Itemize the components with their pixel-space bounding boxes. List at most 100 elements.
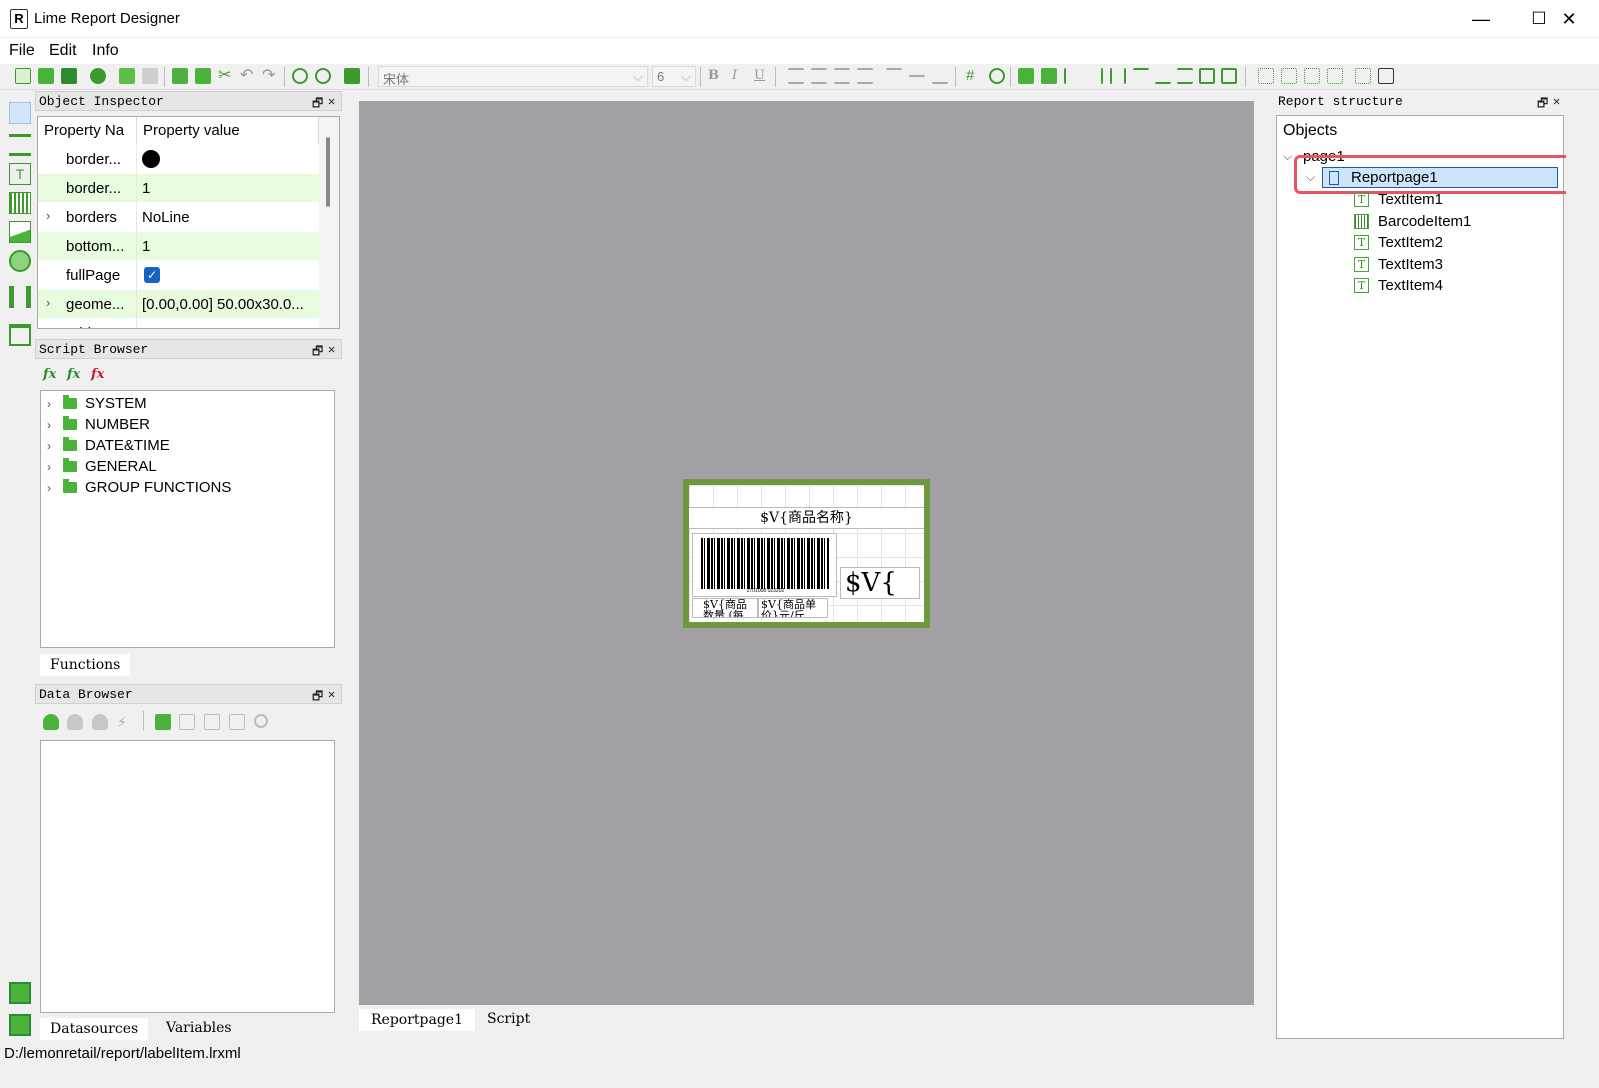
close-button[interactable]: ✕: [1540, 0, 1598, 38]
text-item-big[interactable]: $V{: [840, 567, 920, 599]
send-back-icon[interactable]: [1041, 68, 1057, 84]
paste-icon[interactable]: [195, 68, 211, 84]
chevron-right-icon[interactable]: ›: [46, 208, 50, 223]
tab-datasources[interactable]: Datasources: [40, 1018, 149, 1040]
shape-item-icon[interactable]: [9, 250, 31, 272]
scrollbar-thumb[interactable]: [326, 137, 330, 207]
delete-function-icon[interactable]: fx: [91, 367, 104, 382]
print-icon[interactable]: [344, 68, 360, 84]
align-objects-right-icon[interactable]: [1087, 68, 1103, 84]
open-folder-icon[interactable]: [38, 68, 54, 84]
view-variable-icon[interactable]: [179, 714, 195, 730]
save-icon[interactable]: [61, 68, 77, 84]
font-size-select[interactable]: 6 ⌵: [652, 66, 696, 87]
chevron-right-icon[interactable]: ›: [46, 295, 50, 310]
align-objects-bottom-icon[interactable]: [1155, 68, 1171, 84]
property-value-header[interactable]: Property value: [137, 117, 319, 144]
float-icon[interactable]: 🗗: [312, 342, 323, 363]
tab-reportpage1[interactable]: Reportpage1: [359, 1009, 475, 1031]
function-category-item[interactable]: › NUMBER: [47, 414, 334, 435]
property-value[interactable]: 1: [142, 238, 150, 255]
function-category-item[interactable]: › GENERAL: [47, 456, 334, 477]
edit-function-icon[interactable]: fx: [67, 367, 80, 382]
border-right-icon[interactable]: [1327, 68, 1343, 84]
no-borders-icon[interactable]: [1355, 68, 1371, 84]
chevron-right-icon[interactable]: ›: [47, 481, 63, 495]
add-variable-icon[interactable]: [155, 714, 171, 730]
band-icon[interactable]: [9, 134, 31, 156]
property-value[interactable]: 1: [142, 180, 150, 197]
trash-icon[interactable]: [9, 324, 31, 346]
copy-icon[interactable]: [172, 68, 188, 84]
connect-icon[interactable]: ⚡: [117, 714, 133, 730]
close-icon[interactable]: ✕: [1553, 94, 1560, 109]
grid-icon[interactable]: #: [966, 68, 982, 84]
edit-datasource-icon[interactable]: [67, 714, 83, 730]
align-justify-icon[interactable]: [857, 68, 873, 84]
same-height-icon[interactable]: [1221, 68, 1237, 84]
underline-button[interactable]: U: [754, 68, 765, 83]
delete-variable-icon[interactable]: [229, 714, 245, 730]
text-item-quantity[interactable]: $V{商品 数量 (每: [692, 598, 758, 618]
tree-node-textitem1[interactable]: T TextItem1: [1354, 189, 1443, 210]
dock-left-toggle-icon[interactable]: [9, 982, 31, 1004]
property-row[interactable]: fullPage ✓: [38, 261, 319, 290]
property-row[interactable]: border... 1: [38, 174, 319, 203]
property-row[interactable]: bottom... 1: [38, 232, 319, 261]
delete-page-icon[interactable]: [142, 68, 158, 84]
bring-front-icon[interactable]: [1018, 68, 1034, 84]
property-value[interactable]: 2: [142, 325, 150, 328]
chevron-right-icon[interactable]: ›: [47, 418, 63, 432]
tree-node-textitem3[interactable]: T TextItem3: [1354, 254, 1443, 275]
align-top-icon[interactable]: [886, 68, 902, 84]
text-item-price[interactable]: $V{商品单 价}元/斤: [758, 598, 828, 618]
align-objects-left-icon[interactable]: [1064, 68, 1080, 84]
menu-file[interactable]: File: [9, 42, 35, 60]
bold-button[interactable]: B: [708, 68, 719, 83]
zoom-in-icon[interactable]: [292, 68, 308, 84]
align-middle-icon[interactable]: [909, 75, 925, 77]
align-objects-vcenter-icon[interactable]: [1177, 68, 1193, 84]
checkbox-checked[interactable]: ✓: [144, 267, 160, 283]
minimize-button[interactable]: —: [1452, 0, 1510, 38]
zoom-out-icon[interactable]: [315, 68, 331, 84]
align-objects-hcenter-icon[interactable]: [1110, 68, 1126, 84]
help-icon[interactable]: [254, 714, 268, 728]
tab-variables[interactable]: Variables: [156, 1017, 242, 1039]
tab-script[interactable]: Script: [475, 1008, 542, 1030]
undo-icon[interactable]: ↶: [240, 68, 256, 84]
menu-edit[interactable]: Edit: [49, 42, 77, 60]
color-swatch[interactable]: [142, 150, 160, 168]
magnet-icon[interactable]: [989, 68, 1005, 84]
all-borders-icon[interactable]: [1378, 68, 1394, 84]
barcode-item[interactable]: 2701008 023202: [692, 533, 837, 597]
property-value[interactable]: [0.00,0.00] 50.00x30.0...: [142, 296, 304, 313]
border-top-icon[interactable]: [1258, 68, 1274, 84]
settings-gear-icon[interactable]: [90, 68, 106, 84]
chevron-right-icon[interactable]: ›: [47, 397, 63, 411]
text-item-product-name[interactable]: $V{商品名称}: [689, 507, 924, 529]
align-bottom-icon[interactable]: [932, 68, 948, 84]
align-right-icon[interactable]: [834, 68, 850, 84]
close-icon[interactable]: ✕: [328, 94, 335, 109]
text-item-icon[interactable]: T: [9, 163, 31, 185]
close-icon[interactable]: ✕: [328, 342, 335, 357]
font-family-select[interactable]: 宋体 ⌵: [378, 66, 648, 87]
edit-variable-icon[interactable]: [204, 714, 220, 730]
report-page[interactable]: $V{商品名称} 2701008 023202 $V{ $V{商品 数量 (每 …: [683, 479, 930, 628]
border-bottom-icon[interactable]: [1281, 68, 1297, 84]
add-page-icon[interactable]: [119, 68, 135, 84]
close-icon[interactable]: ✕: [328, 687, 335, 702]
property-row[interactable]: border...: [38, 145, 319, 174]
align-center-icon[interactable]: [811, 68, 827, 84]
dock-right-toggle-icon[interactable]: [9, 1014, 31, 1036]
float-icon[interactable]: 🗗: [312, 94, 323, 115]
tree-node-barcodeitem1[interactable]: BarcodeItem1: [1354, 211, 1471, 232]
function-category-item[interactable]: › SYSTEM: [47, 393, 334, 414]
function-category-item[interactable]: › DATE&TIME: [47, 435, 334, 456]
pointer-select-icon[interactable]: [9, 102, 31, 124]
chevron-right-icon[interactable]: ›: [47, 460, 63, 474]
property-value[interactable]: NoLine: [142, 209, 190, 226]
property-row[interactable]: › geome... [0.00,0.00] 50.00x30.0...: [38, 290, 319, 319]
chevron-right-icon[interactable]: ›: [47, 439, 63, 453]
